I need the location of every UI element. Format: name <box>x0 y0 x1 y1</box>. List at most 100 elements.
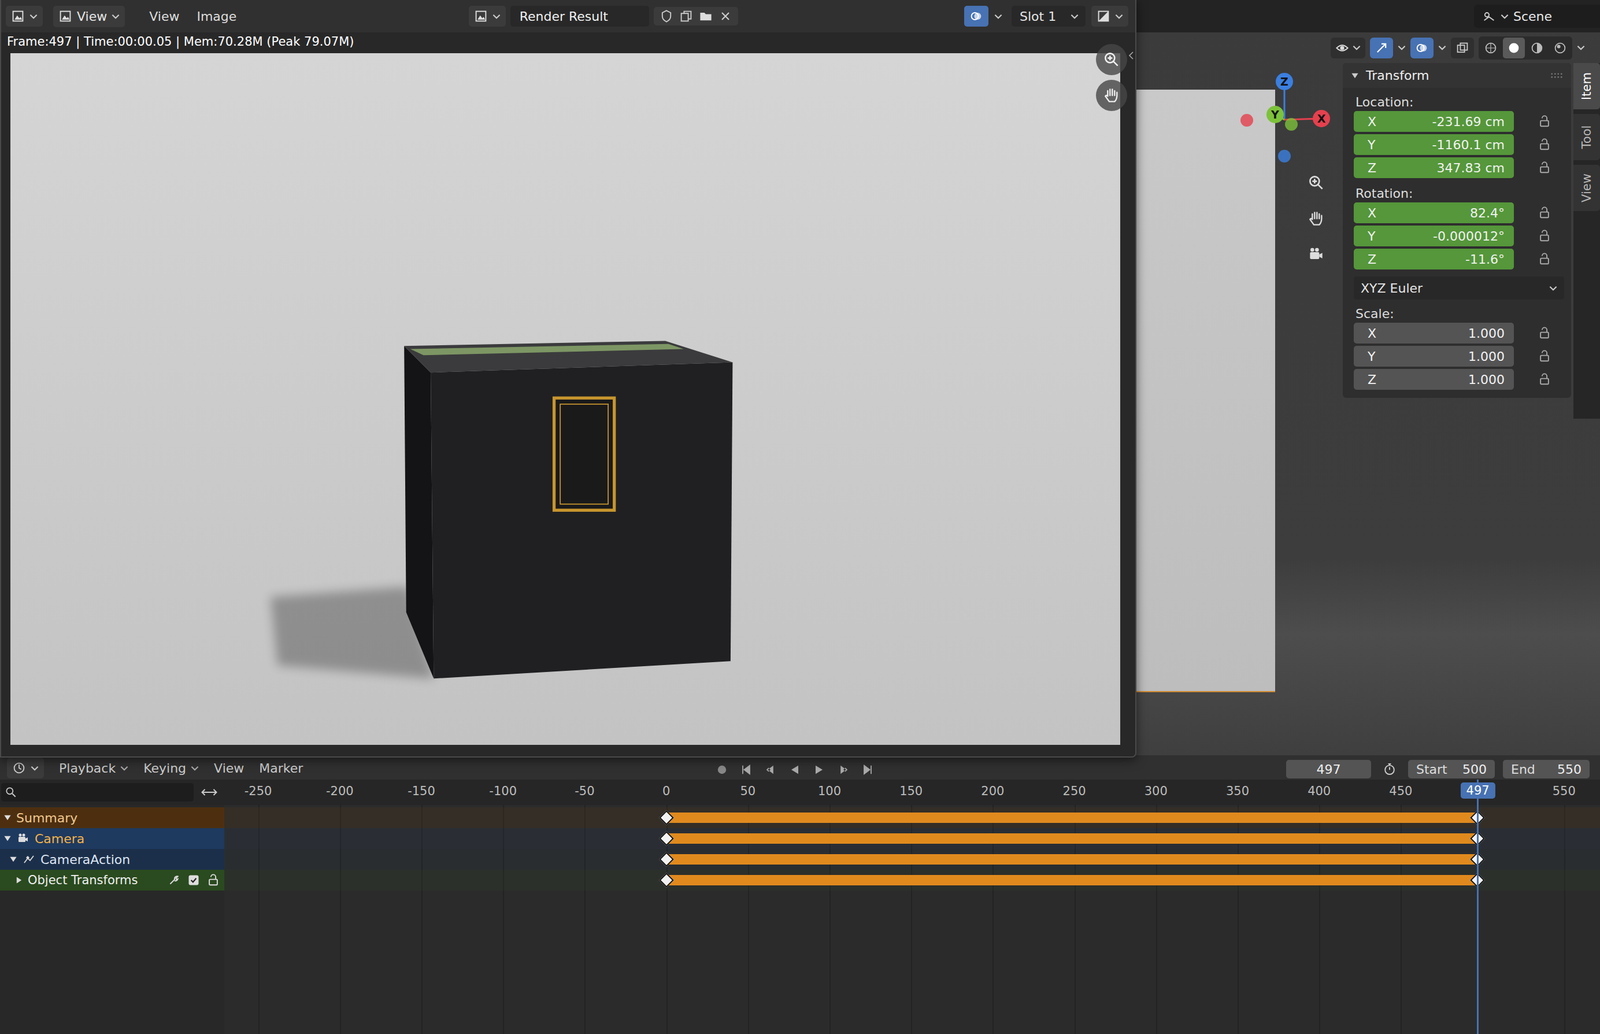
visibility-button[interactable] <box>1330 37 1366 59</box>
jump-end-icon[interactable] <box>860 762 875 777</box>
header-menu[interactable]: View <box>143 9 185 24</box>
swap-icon[interactable] <box>200 786 218 798</box>
gizmo-toggle[interactable] <box>1369 37 1394 59</box>
timeline-menu[interactable]: Playback <box>58 758 129 777</box>
preview-range-icon[interactable] <box>1382 761 1397 776</box>
number-field[interactable]: Z 1.000 <box>1353 368 1514 390</box>
sidebar-tab[interactable]: View <box>1573 164 1600 211</box>
render-window[interactable]: View View Image Render Result Slot 1 Fram… <box>0 0 1137 758</box>
number-field[interactable]: Y -0.000012° <box>1353 225 1514 247</box>
play-icon[interactable] <box>812 762 827 777</box>
sidebar-toggle-icon[interactable] <box>1128 50 1135 61</box>
lock-icon[interactable] <box>1538 229 1551 243</box>
pan-button[interactable] <box>1300 202 1332 235</box>
image-canvas[interactable]: Frame:497 | Time:00:00.05 | Mem:70.28M (… <box>1 32 1136 757</box>
wrench-icon[interactable] <box>167 873 181 887</box>
negative-axis-icon[interactable] <box>1284 117 1298 131</box>
shading-button[interactable] <box>1502 37 1525 59</box>
editor-type-button[interactable] <box>5 5 43 27</box>
axis-handle[interactable]: Y <box>1266 105 1284 124</box>
overlays-toggle[interactable] <box>1410 37 1434 59</box>
play-reverse-icon[interactable] <box>787 762 802 777</box>
negative-axis-icon[interactable] <box>1278 149 1291 163</box>
channel-row[interactable]: Camera <box>0 827 225 849</box>
lock-icon[interactable] <box>1538 138 1551 151</box>
zoom-button[interactable] <box>1095 43 1128 76</box>
lock-icon[interactable] <box>1538 161 1551 174</box>
number-field[interactable]: Z -11.6° <box>1353 248 1514 270</box>
prev-key-icon[interactable] <box>763 762 778 777</box>
scene-selector[interactable]: Scene <box>1473 4 1600 28</box>
number-field[interactable]: X 82.4° <box>1353 202 1514 224</box>
field-axis: X <box>1367 205 1377 221</box>
number-field[interactable]: X -231.69 cm <box>1353 110 1514 132</box>
lock-icon[interactable] <box>206 873 220 887</box>
checkbox-icon[interactable] <box>187 873 200 887</box>
camera-view-button[interactable] <box>1300 238 1332 270</box>
lock-icon[interactable] <box>1538 349 1551 363</box>
shading-button[interactable] <box>1479 37 1502 59</box>
chevron-icon[interactable] <box>994 13 1003 20</box>
image-name-field[interactable]: Render Result <box>510 5 650 27</box>
range-field[interactable]: End 550 <box>1502 759 1590 779</box>
zoom-button[interactable] <box>1300 167 1332 199</box>
navigation-gizmo[interactable]: ZY X <box>1231 63 1336 168</box>
slot-dropdown[interactable]: Slot 1 <box>1011 5 1086 27</box>
channel-row[interactable]: CameraAction <box>0 848 225 870</box>
chevron-icon[interactable] <box>1397 45 1406 51</box>
dopesheet-area[interactable]: -250-200-150-100-50050100150200250300350… <box>224 779 1600 1034</box>
expand-icon[interactable] <box>3 834 12 843</box>
sidebar-tab[interactable]: Tool <box>1573 113 1600 161</box>
chevron-icon[interactable] <box>1438 45 1447 51</box>
grip-icon[interactable] <box>1550 72 1564 79</box>
shield-icon[interactable] <box>659 9 674 24</box>
timeline-menu[interactable]: Marker <box>258 758 303 777</box>
channel-row[interactable]: Object Transforms <box>0 869 225 891</box>
timeline-menu[interactable]: View <box>213 758 244 777</box>
header-menu[interactable]: Image <box>190 9 243 24</box>
negative-axis-icon[interactable] <box>1240 113 1254 127</box>
expand-icon[interactable] <box>3 813 12 822</box>
range-field[interactable]: Start 500 <box>1408 759 1495 779</box>
record-icon[interactable] <box>715 762 729 777</box>
folder-icon[interactable] <box>698 9 713 24</box>
number-field[interactable]: Z 347.83 cm <box>1353 157 1514 179</box>
expand-icon[interactable] <box>15 875 24 884</box>
editor-type-button[interactable] <box>6 757 44 779</box>
frame-ruler[interactable]: -250-200-150-100-50050100150200250300350… <box>224 779 1600 805</box>
shading-button[interactable] <box>1549 37 1572 59</box>
axis-handle[interactable]: X <box>1312 109 1331 128</box>
playhead-frame[interactable]: 497 <box>1460 782 1496 799</box>
sidebar-tab[interactable]: Item <box>1573 63 1600 110</box>
lock-icon[interactable] <box>1538 252 1551 266</box>
axis-handle[interactable]: Z <box>1275 72 1294 91</box>
pan-button[interactable] <box>1095 79 1128 111</box>
mode-dropdown[interactable]: View <box>53 5 125 28</box>
xray-toggle[interactable] <box>1450 37 1474 59</box>
display-channels-button[interactable] <box>1091 5 1129 27</box>
shading-button[interactable] <box>1526 37 1548 59</box>
browse-image-button[interactable] <box>468 5 506 27</box>
lock-icon[interactable] <box>1538 372 1551 386</box>
duplicate-icon[interactable] <box>679 9 694 24</box>
chevron-icon[interactable] <box>1576 45 1585 51</box>
lock-icon[interactable] <box>1538 326 1551 340</box>
channel-row[interactable]: Summary <box>0 806 225 828</box>
number-field[interactable]: X 1.000 <box>1353 322 1514 344</box>
lock-icon[interactable] <box>1538 115 1551 128</box>
panel-header[interactable]: Transform <box>1342 63 1572 88</box>
rotation-mode-dropdown[interactable]: XYZ Euler <box>1353 276 1565 300</box>
playhead[interactable]: 497 <box>1476 779 1479 1034</box>
timeline-menu[interactable]: Keying <box>143 758 199 777</box>
number-field[interactable]: Y 1.000 <box>1353 345 1514 367</box>
number-field[interactable]: Y -1160.1 cm <box>1353 134 1514 155</box>
close-icon[interactable] <box>718 9 733 24</box>
expand-icon[interactable] <box>9 854 18 864</box>
gizmo-toggle[interactable] <box>964 5 989 27</box>
next-key-icon[interactable] <box>836 762 851 777</box>
plane-object[interactable] <box>1132 89 1276 692</box>
current-frame-field[interactable]: 497 <box>1286 759 1372 779</box>
lock-icon[interactable] <box>1538 206 1551 220</box>
jump-start-icon[interactable] <box>739 762 754 777</box>
channel-search-field[interactable] <box>1 782 194 802</box>
